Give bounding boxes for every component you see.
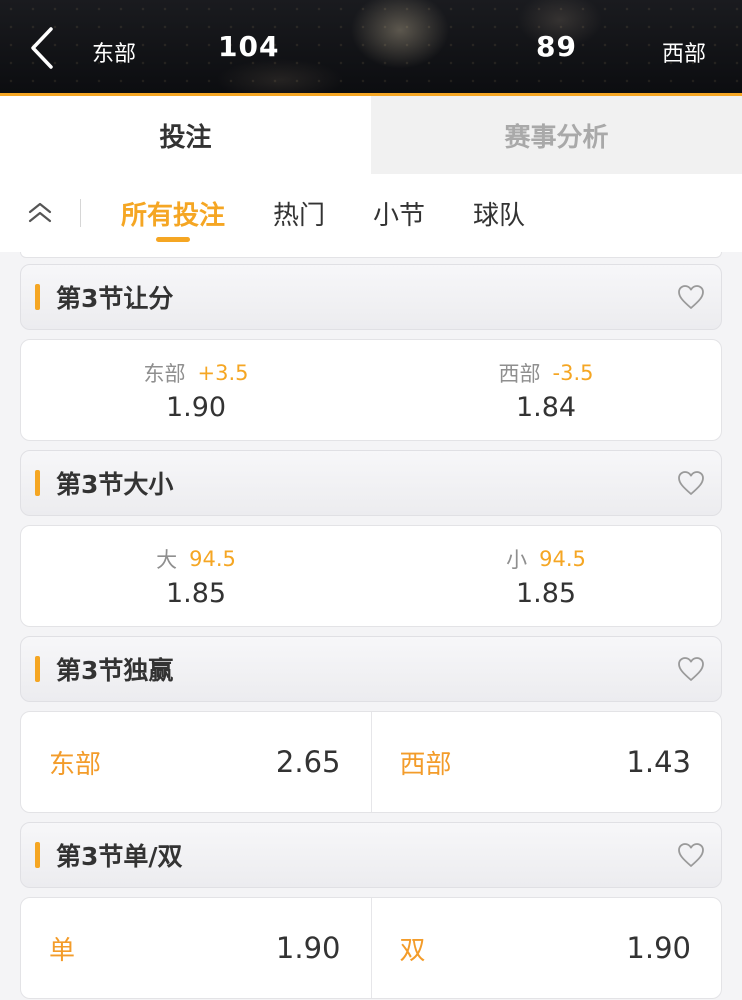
tab-bets[interactable]: 投注: [0, 96, 371, 174]
odds-option[interactable]: 小 94.5 1.85: [371, 526, 721, 626]
home-team-score: 104: [218, 30, 280, 63]
back-button[interactable]: [22, 22, 62, 74]
filter-divider: [80, 199, 81, 227]
odds-option[interactable]: 东部 2.65: [21, 712, 371, 812]
selection-line: 西部 -3.5: [499, 358, 594, 388]
filter-all-bets[interactable]: 所有投注: [121, 174, 225, 252]
odds-value: 2.65: [275, 745, 341, 779]
odds-card-q3-moneyline: 东部 2.65 西部 1.43: [20, 711, 722, 813]
market-title: 第3节让分: [56, 284, 174, 313]
favorite-button[interactable]: [661, 264, 721, 330]
chevron-left-icon: [31, 27, 53, 69]
selection-line: 大 94.5: [156, 544, 236, 574]
selection-name: 小: [506, 547, 528, 572]
selection-name: 单: [49, 935, 76, 966]
odds-value: 1.84: [515, 391, 577, 423]
market-title: 第3节独赢: [56, 656, 174, 685]
heart-outline-icon: [678, 843, 704, 867]
active-filter-indicator: [156, 237, 190, 242]
market-header-q3-odd-even[interactable]: 第3节单/双: [20, 822, 722, 888]
odds-value: 1.90: [626, 931, 691, 965]
selection-line: 小 94.5: [506, 544, 586, 574]
odds-option[interactable]: 双 1.90: [370, 898, 722, 998]
away-team-score: 89: [536, 30, 577, 63]
market-header-q3-handicap[interactable]: 第3节让分: [20, 264, 722, 330]
market-header-q3-moneyline[interactable]: 第3节独赢: [20, 636, 722, 702]
main-tabs: 投注 赛事分析: [0, 96, 742, 174]
market-accent-bar: [35, 284, 40, 310]
odds-card-q3-odd-even: 单 1.90 双 1.90: [20, 897, 722, 999]
home-team-name: 东部: [92, 42, 137, 67]
market-header-q3-total[interactable]: 第3节大小: [20, 450, 722, 516]
market-title: 第3节大小: [56, 470, 174, 499]
heart-outline-icon: [678, 471, 704, 495]
favorite-button[interactable]: [661, 450, 721, 516]
away-team-name: 西部: [662, 42, 707, 67]
odds-option[interactable]: 单 1.90: [21, 898, 371, 998]
total-line-value: 94.5: [189, 546, 236, 571]
handicap-value: +3.5: [197, 360, 249, 385]
market-title: 第3节单/双: [56, 842, 183, 871]
total-line-value: 94.5: [539, 546, 586, 571]
odds-option[interactable]: 西部 -3.5 1.84: [371, 340, 721, 440]
selection-name: 西部: [498, 361, 541, 386]
selection-name: 东部: [143, 361, 186, 386]
filter-quarters[interactable]: 小节: [373, 174, 425, 252]
heart-outline-icon: [678, 285, 704, 309]
odds-value: 1.90: [165, 391, 227, 423]
favorite-button[interactable]: [661, 822, 721, 888]
bet-filter-bar: 所有投注 热门 小节 球队: [0, 174, 742, 252]
odds-option[interactable]: 西部 1.43: [370, 712, 722, 812]
odds-option[interactable]: 东部 +3.5 1.90: [21, 340, 371, 440]
selection-name: 双: [399, 935, 426, 966]
match-header: 东部 104 89 西部: [0, 0, 742, 96]
market-accent-bar: [35, 656, 40, 682]
market-accent-bar: [35, 842, 40, 868]
odds-value: 1.85: [515, 577, 577, 609]
odds-card-q3-total: 大 94.5 1.85 小 94.5 1.85: [20, 525, 722, 627]
odds-value: 1.85: [165, 577, 227, 609]
tab-match-analysis[interactable]: 赛事分析: [371, 96, 742, 174]
filter-popular-label: 热门: [273, 200, 326, 231]
filter-teams[interactable]: 球队: [473, 174, 525, 252]
collapse-button[interactable]: [0, 174, 80, 252]
selection-name: 大: [156, 547, 178, 572]
markets-list: 第3节让分 东部 +3.5 1.90 西部 -3.5 1.84 第3节大小 大 …: [0, 252, 742, 1000]
odds-option[interactable]: 大 94.5 1.85: [21, 526, 371, 626]
handicap-value: -3.5: [552, 360, 594, 385]
filter-popular[interactable]: 热门: [273, 174, 325, 252]
filter-all-bets-label: 所有投注: [121, 200, 226, 231]
odds-value: 1.90: [275, 931, 341, 965]
filter-quarters-label: 小节: [373, 200, 426, 231]
previous-card-edge: [20, 252, 722, 258]
selection-line: 东部 +3.5: [144, 358, 249, 388]
selection-name: 东部: [49, 749, 102, 780]
heart-outline-icon: [678, 657, 704, 681]
selection-name: 西部: [399, 749, 452, 780]
odds-value: 1.43: [626, 745, 691, 779]
odds-card-q3-handicap: 东部 +3.5 1.90 西部 -3.5 1.84: [20, 339, 722, 441]
double-chevron-up-icon: [28, 202, 52, 223]
favorite-button[interactable]: [661, 636, 721, 702]
market-accent-bar: [35, 470, 40, 496]
filter-teams-label: 球队: [473, 200, 526, 231]
